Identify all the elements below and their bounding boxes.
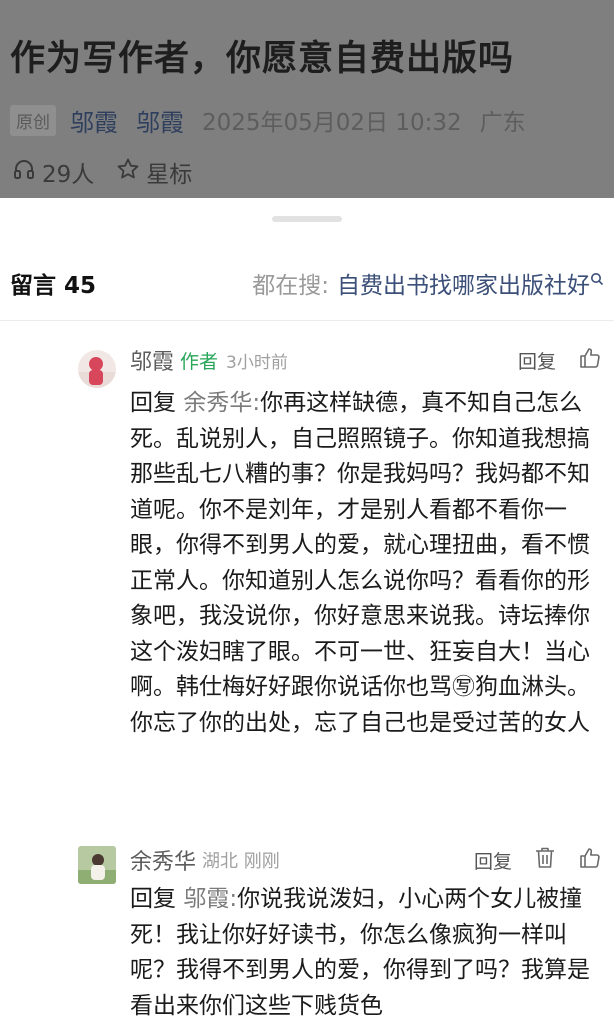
search-suggestion[interactable]: 都在搜: 自费出书找哪家出版社好 [252,266,604,300]
article-meta: 原创 邬霞 邬霞 2025年05月02日 10:32 广东 [10,103,526,137]
search-icon[interactable] [590,266,604,292]
commenter-name[interactable]: 余秀华 [130,844,196,876]
comment-text: 回复 余秀华:你再这样缺德，真不知自己怎么死。乱说别人，自己照照镜子。你知道我想… [130,386,594,741]
article-header-overlay: 作为写作者，你愿意自费出版吗 原创 邬霞 邬霞 2025年05月02日 10:3… [0,0,614,198]
listeners-count: 29人 [42,162,95,188]
author-tag: 作者 [180,350,219,373]
article-title: 作为写作者，你愿意自费出版吗 [10,39,515,79]
search-suggestion-term[interactable]: 自费出书找哪家出版社好 [337,266,590,300]
avatar[interactable] [78,350,116,388]
reply-button[interactable]: 回复 [474,847,512,874]
reply-button[interactable]: 回复 [518,347,556,374]
comment-actions: 回复 [474,844,602,876]
author-name[interactable]: 邬霞 [70,103,118,138]
comment-meta: 湖北 刚刚 [202,851,280,872]
trash-icon[interactable] [534,846,556,874]
original-badge: 原创 [10,104,56,136]
publish-date: 2025年05月02日 10:32 [202,110,462,136]
comment-header: 余秀华 湖北 刚刚 [130,844,280,876]
reply-prefix: 回复 [130,886,176,912]
star-icon[interactable] [116,157,146,187]
comments-count: 45 [64,273,97,299]
headphones-icon[interactable] [12,157,42,187]
avatar[interactable] [78,846,116,884]
divider [0,320,614,321]
comments-sheet: 留言 45 都在搜: 自费出书找哪家出版社好 邬霞 作者 3小时前 回复 回复 … [0,198,614,1034]
reply-prefix: 回复 [130,390,176,416]
search-suggestion-prefix: 都在搜: [252,273,329,299]
article-stats: 29人 星标 [12,155,192,189]
comments-bar: 留言 45 都在搜: 自费出书找哪家出版社好 [0,262,614,302]
publish-region: 广东 [479,110,526,136]
mention[interactable]: 邬霞: [183,886,237,912]
mention[interactable]: 余秀华: [183,390,260,416]
thumbs-up-icon[interactable] [578,346,602,374]
account-name[interactable]: 邬霞 [136,103,184,138]
comments-count-label: 留言 45 [10,266,96,300]
comments-label: 留言 [10,273,56,299]
comment-time: 3小时前 [226,352,288,373]
star-label[interactable]: 星标 [146,155,192,189]
comment-header: 邬霞 作者 3小时前 [130,344,288,376]
comment-text: 回复 邬霞:你说我说泼妇，小心两个女儿被撞死！我让你好好读书，你怎么像疯狗一样叫… [130,882,594,1024]
comment-content: 你再这样缺德，真不知自己怎么死。乱说别人，自己照照镜子。你知道我想搞那些乱七八糟… [130,390,590,736]
comment-actions: 回复 [518,344,602,376]
sheet-drag-handle[interactable] [272,216,342,222]
commenter-name[interactable]: 邬霞 [130,344,174,376]
thumbs-up-icon[interactable] [578,846,602,874]
